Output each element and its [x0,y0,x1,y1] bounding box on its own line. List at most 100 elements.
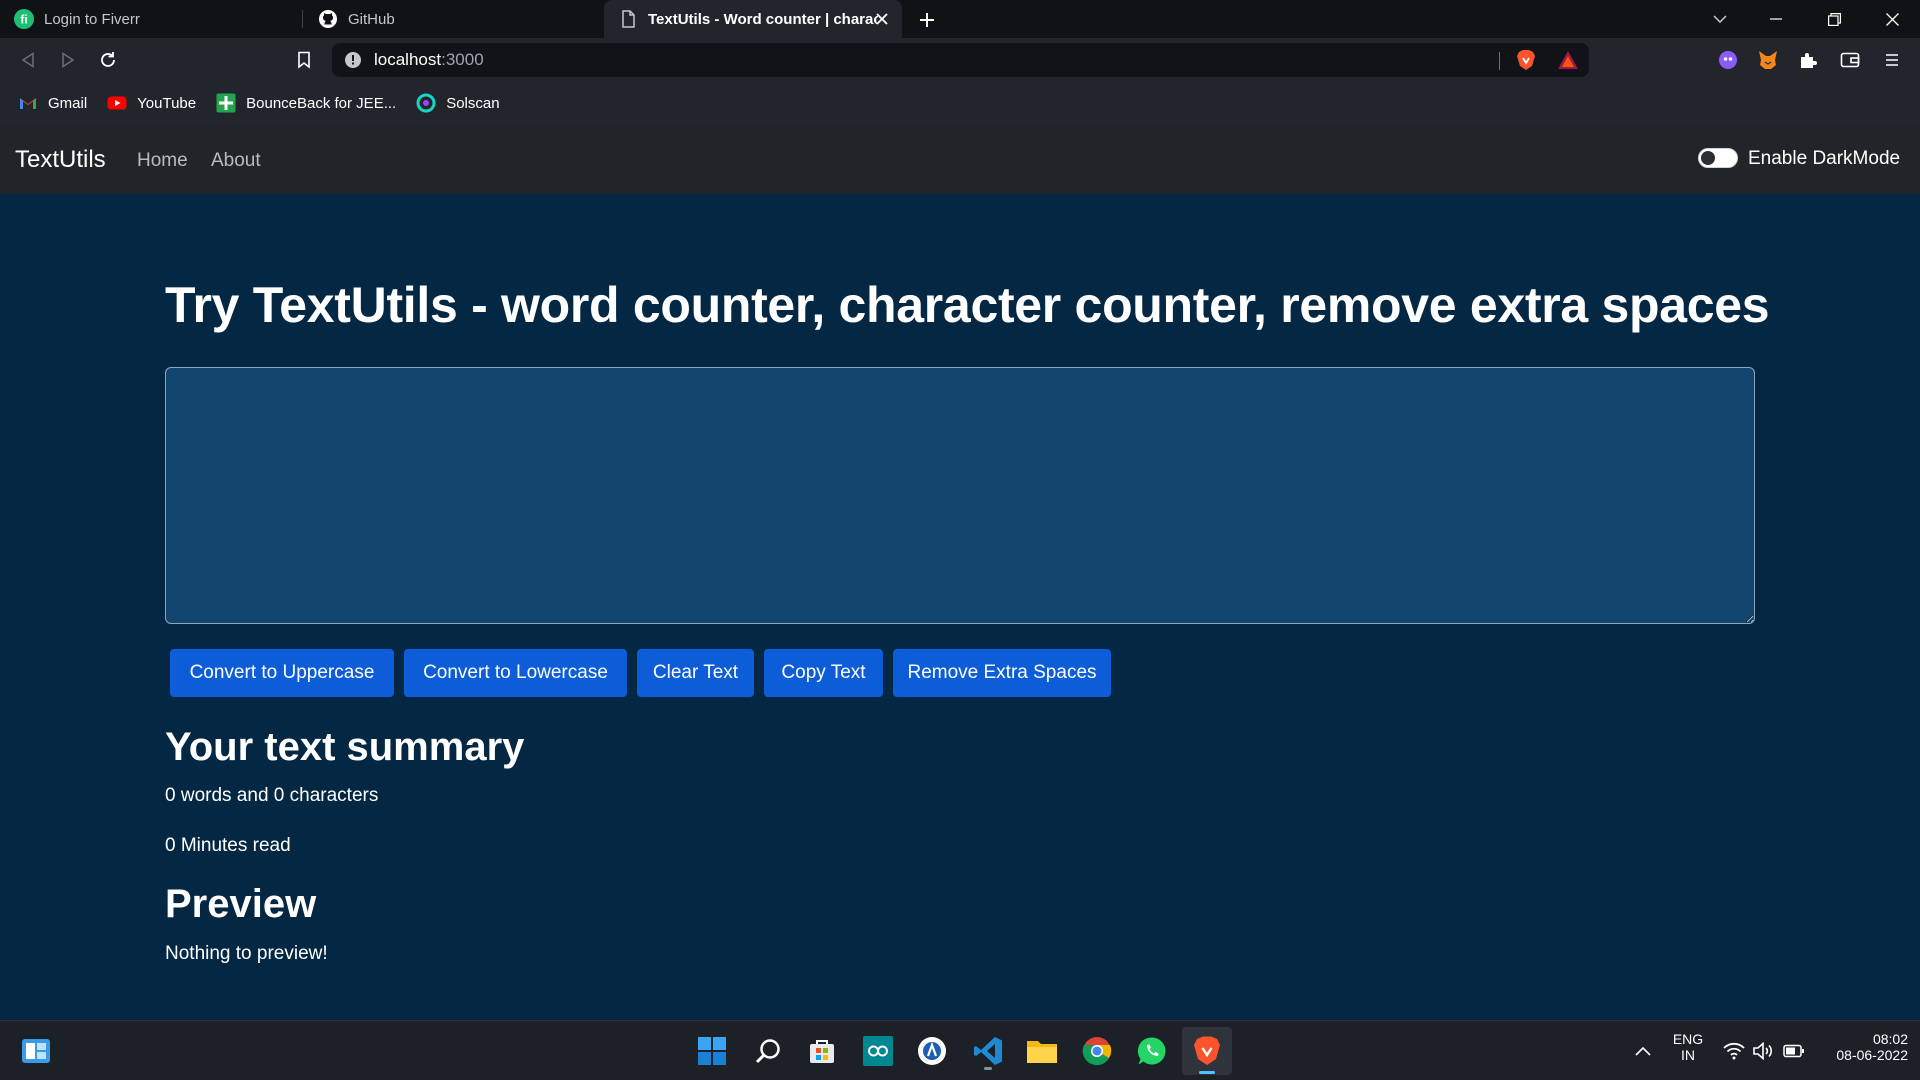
back-button[interactable] [14,46,42,74]
svg-text:fi: fi [20,13,27,27]
minimize-icon [1770,18,1782,20]
close-window-button[interactable] [1864,0,1920,38]
folder-icon [1027,1041,1057,1063]
region-code: IN [1681,1047,1695,1063]
back-arrow-icon [21,52,34,68]
wallet-button[interactable] [1836,46,1864,74]
close-icon [876,13,888,25]
brave-lion-icon [1517,50,1535,70]
search-icon [755,1039,780,1064]
darkmode-toggle[interactable] [1698,148,1738,168]
brave-rewards-icon [1558,51,1578,69]
url-separator [1499,52,1500,70]
info-icon [345,52,361,68]
close-tab-button[interactable] [872,9,892,29]
restore-button[interactable] [1806,0,1862,38]
browser-tab-bar: fi Login to Fiverr GitHub TextUtils - Wo… [0,0,1920,38]
language-indicator[interactable]: ENG IN [1665,1031,1711,1063]
brave-taskbar-button[interactable] [1182,1027,1232,1075]
tab-label: GitHub [348,10,395,28]
forward-button[interactable] [54,46,82,74]
clock-date: 08-06-2022 [1836,1047,1908,1063]
app-navbar: TextUtils Home About Enable DarkMode [0,124,1920,194]
ghost-extension-icon [1719,51,1737,69]
tab-textutils[interactable]: TextUtils - Word counter | charact [604,0,902,38]
nav-link-about[interactable]: About [211,150,261,172]
tab-label: TextUtils - Word counter | charact [648,10,878,28]
bounceback-icon [216,93,236,113]
browser-toolbar: localhost:3000 [0,38,1920,82]
arduino-icon [863,1036,893,1066]
app-button[interactable] [912,1031,952,1071]
search-button[interactable] [748,1031,788,1071]
brave-shields-button[interactable] [1512,46,1540,74]
tab-label: Login to Fiverr [44,10,140,28]
forward-arrow-icon [62,52,75,68]
bookmark-label: YouTube [137,94,197,112]
solscan-icon [416,93,436,113]
tab-fiverr[interactable]: fi Login to Fiverr [0,0,300,38]
bookmark-gmail[interactable]: Gmail [18,93,87,113]
wifi-icon [1723,1042,1745,1060]
url-text: localhost:3000 [374,50,484,70]
arduino-button[interactable] [858,1031,898,1071]
bookmark-solscan[interactable]: Solscan [416,93,500,113]
toggle-knob [1701,151,1715,165]
gmail-icon [20,98,36,109]
reload-icon [101,52,115,67]
restore-icon [1827,12,1841,26]
puzzle-icon [1801,53,1817,68]
battery-button[interactable] [1776,1031,1812,1071]
preview-title: Preview [165,882,317,926]
language-code: ENG [1672,1031,1704,1047]
vscode-icon [974,1037,1002,1065]
file-explorer-button[interactable] [1022,1031,1062,1071]
page-heading: Try TextUtils - word counter, character … [165,277,1770,333]
page-icon [622,10,635,28]
minimize-button[interactable] [1748,0,1804,38]
text-input[interactable] [165,367,1755,624]
bookmark-bounceback[interactable]: BounceBack for JEE... [216,93,396,113]
convert-lowercase-button[interactable]: Convert to Lowercase [404,649,627,697]
whatsapp-button[interactable] [1132,1031,1172,1071]
clock-time: 08:02 [1872,1031,1908,1047]
metamask-fox-icon [1759,51,1777,69]
new-tab-button[interactable] [914,7,940,33]
vscode-button[interactable] [968,1031,1008,1071]
brave-rewards-button[interactable] [1554,46,1582,74]
youtube-icon [107,96,127,110]
close-icon [1885,12,1899,26]
extension-button[interactable] [1714,46,1742,74]
metamask-button[interactable] [1754,46,1782,74]
convert-uppercase-button[interactable]: Convert to Uppercase [170,649,394,697]
clear-text-button[interactable]: Clear Text [637,649,754,697]
bookmark-page-button[interactable] [290,46,318,74]
chrome-icon [1082,1037,1112,1066]
fiverr-icon: fi [14,9,34,29]
main-menu-button[interactable] [1878,46,1906,74]
show-hidden-icons-button[interactable] [1628,1031,1658,1071]
remove-extra-spaces-button[interactable]: Remove Extra Spaces [893,649,1111,697]
nav-link-home[interactable]: Home [137,150,188,172]
bookmark-label: Solscan [446,94,500,112]
address-bar[interactable]: localhost:3000 [332,43,1589,77]
minutes-read: 0 Minutes read [165,835,291,856]
bookmark-youtube[interactable]: YouTube [107,93,196,113]
tab-github[interactable]: GitHub [304,0,600,38]
widgets-icon [22,1039,50,1063]
url-port: :3000 [441,50,484,69]
chrome-button[interactable] [1077,1031,1117,1071]
tab-search-button[interactable] [1692,0,1748,38]
widgets-button[interactable] [16,1031,56,1071]
bookmark-label: BounceBack for JEE... [246,94,397,112]
copy-text-button[interactable]: Copy Text [764,649,883,697]
clock[interactable]: 08:02 08-06-2022 [1818,1031,1908,1063]
microsoft-store-button[interactable] [802,1031,842,1071]
windows-taskbar: ENG IN 08:02 08-06-2022 [0,1020,1920,1080]
reload-button[interactable] [94,46,122,74]
url-host: localhost [374,50,442,69]
navbar-brand[interactable]: TextUtils [15,146,106,174]
start-button[interactable] [692,1031,732,1071]
extensions-menu-button[interactable] [1794,46,1822,74]
github-icon [319,10,337,28]
